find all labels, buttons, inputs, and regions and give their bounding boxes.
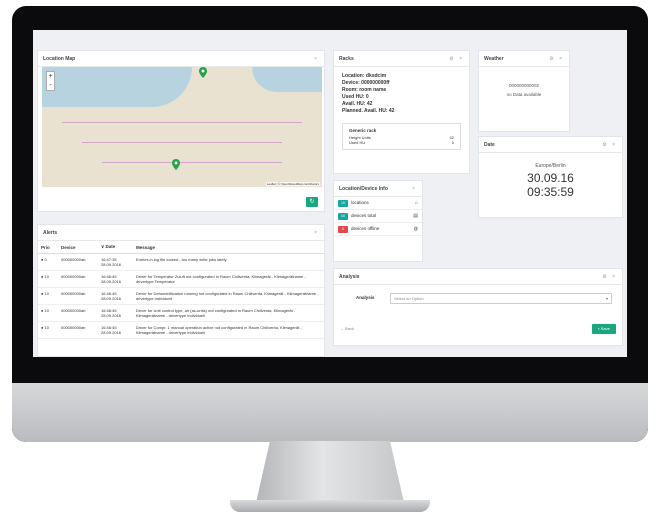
timezone-label: Europe/Berlin (535, 163, 566, 169)
chevron-down-icon: ▾ (605, 296, 608, 301)
globe-icon: ◍ (413, 226, 418, 232)
panel-title: Location/Device Info (339, 186, 388, 192)
column-header[interactable]: ∨ Date (98, 241, 133, 254)
map-marker-icon[interactable] (199, 67, 207, 78)
panel-controls[interactable]: ⚙ × (602, 269, 617, 284)
border-line (82, 142, 282, 143)
table-header-row: Prio Device ∨ Date Message (38, 241, 324, 254)
monitor-stand (255, 441, 405, 507)
table-row[interactable]: ● 10 000000000ab 16:46:45 28.09.2016 Dri… (38, 270, 324, 288)
rack-summary: Location: dksdcim Device: 000000000ff Ro… (342, 73, 395, 114)
border-line (102, 162, 282, 163)
monitor-chin (12, 383, 648, 442)
alert-icon: ● (41, 291, 44, 296)
dashboard-screen: Location Map × + - Leaflet | © OpenStree… (33, 30, 627, 357)
alerts-table: Prio Device ∨ Date Message ● 0 000000000… (38, 241, 324, 339)
table-row[interactable]: ● 10 000000000ab 16:46:45 28.09.2016 Dri… (38, 321, 324, 339)
info-row-devices-total[interactable]: 10 devices total ▤ (334, 210, 422, 223)
analysis-panel: Analysis ⚙ × Analysis Select an Option ▾… (333, 268, 623, 346)
panel-title: Date (484, 142, 495, 148)
date-panel: Date ⚙ × Europe/Berlin 30.09.16 09:35:59 (478, 136, 623, 218)
refresh-icon: ↻ (309, 199, 315, 205)
weather-panel: Weather ⚙ × 000000000002 no Data availab… (478, 50, 570, 132)
server-icon: ▤ (413, 213, 418, 219)
close-icon[interactable]: × (412, 181, 417, 196)
monitor-stand-base (230, 500, 430, 512)
column-header[interactable]: Device (58, 241, 98, 254)
zoom-out-button[interactable]: - (47, 81, 54, 90)
device-info-panel: Location/Device Info × 10 locations ⌂ 10 d… (333, 180, 423, 262)
table-row[interactable]: ● 10 000000000ab 16:46:45 28.09.2016 Dri… (38, 304, 324, 322)
analysis-select[interactable]: Select an Option ▾ (390, 293, 612, 304)
racks-panel: Racks ⚙ × Location: dksdcim Device: 0000… (333, 50, 470, 174)
back-button[interactable]: ← Back (340, 324, 362, 333)
alert-icon: ● (41, 274, 44, 279)
table-row[interactable]: ● 0 000000000ab 16:47:35 28.09.2016 Entr… (38, 253, 324, 271)
panel-title: Racks (339, 56, 354, 62)
map-attribution[interactable]: Leaflet | © OpenStreetMap contributors (265, 182, 320, 186)
count-badge: 10 (338, 212, 348, 220)
home-icon: ⌂ (414, 200, 418, 206)
date-value: 30.09.16 (527, 171, 574, 185)
alert-icon: ● (41, 257, 44, 262)
count-badge: 0 (338, 225, 348, 233)
panel-title: Weather (484, 56, 504, 62)
border-line (62, 122, 302, 123)
table-row[interactable]: ● 10 000000000ab 16:46:45 28.09.2016 Dri… (38, 287, 324, 305)
alerts-panel: Alerts × Prio Device ∨ Date Message ● 0 … (37, 224, 325, 357)
map-zoom-control: + - (46, 71, 55, 91)
save-button[interactable]: ▪ Save (592, 324, 616, 334)
alert-icon: ● (41, 308, 44, 313)
map-marker-icon[interactable] (172, 159, 180, 170)
refresh-button[interactable]: ↻ (306, 197, 318, 207)
save-icon: ▪ (598, 326, 600, 331)
sea-area (42, 67, 192, 107)
panel-controls[interactable]: ⚙ × (549, 51, 564, 66)
panel-title: Alerts (43, 230, 58, 236)
column-header[interactable]: Message (133, 241, 324, 254)
count-badge: 10 (338, 199, 348, 207)
panel-controls[interactable]: ⚙ × (602, 137, 617, 152)
time-value: 09:35:59 (527, 185, 574, 199)
sea-area (252, 67, 322, 92)
location-map-panel: Location Map × + - Leaflet | © OpenStree… (37, 50, 325, 212)
info-row-devices-offline[interactable]: 0 devices offline ◍ (334, 223, 422, 236)
panel-controls[interactable]: ⚙ × (449, 51, 464, 66)
zoom-in-button[interactable]: + (47, 72, 54, 81)
alert-icon: ● (41, 325, 44, 330)
weather-status: no Data available (506, 92, 542, 97)
panel-title: Analysis (339, 274, 360, 280)
generic-rack-card[interactable]: Generic rack Height Units 42 Used HU 0 (342, 123, 461, 150)
close-icon[interactable]: × (314, 225, 319, 240)
close-icon[interactable]: × (314, 51, 319, 66)
analysis-label: Analysis (356, 295, 375, 300)
map-view[interactable]: + - Leaflet | © OpenStreetMap contributo… (42, 67, 322, 187)
info-row-locations[interactable]: 10 locations ⌂ (334, 197, 422, 210)
column-header[interactable]: Prio (38, 241, 58, 254)
panel-title: Location Map (43, 56, 76, 62)
weather-id: 000000000002 (508, 83, 540, 88)
